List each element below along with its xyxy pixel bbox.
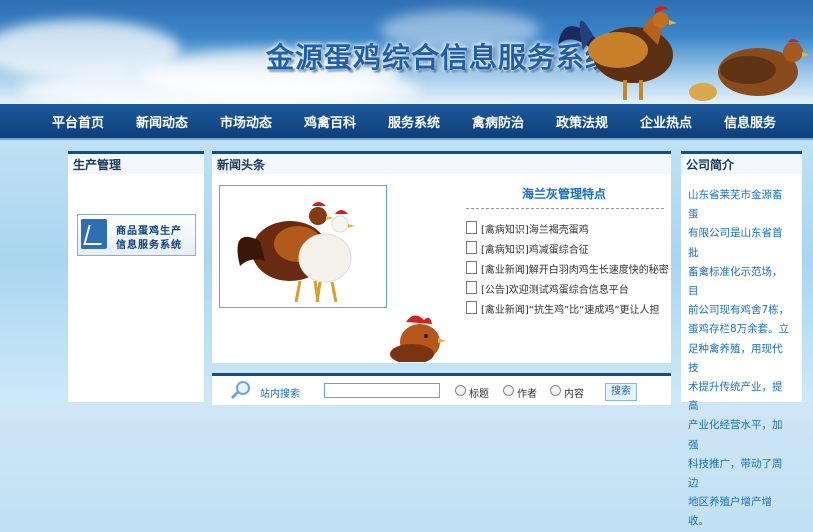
chicken-photo bbox=[237, 202, 355, 303]
list-item[interactable]: [公告]欢迎测试鸡蛋综合信息平台 bbox=[466, 280, 671, 296]
panel-title: 生产管理 bbox=[73, 158, 122, 172]
nav-item-info[interactable]: 信息服务 bbox=[724, 112, 776, 131]
search-label: 站内搜索 bbox=[260, 389, 300, 400]
document-icon bbox=[466, 281, 477, 294]
panel-title: 公司简介 bbox=[686, 158, 735, 172]
nav-item-services[interactable]: 服务系统 bbox=[388, 112, 440, 131]
radio-title-label: 标题 bbox=[469, 389, 489, 400]
rooster-head-decor bbox=[390, 315, 446, 362]
feature-article-title[interactable]: 海兰灰管理特点 bbox=[466, 185, 662, 202]
intro-line: 地区养殖户增产增收。 bbox=[688, 496, 772, 528]
search-input[interactable] bbox=[324, 383, 440, 398]
intro-line: 足种禽养殖，用现代技 bbox=[688, 342, 783, 374]
nav-item-encyclopedia[interactable]: 鸡禽百科 bbox=[304, 112, 356, 131]
radio-title[interactable] bbox=[455, 385, 466, 396]
document-icon bbox=[466, 221, 477, 234]
panel-header: 生产管理 bbox=[68, 151, 204, 174]
list-item-text: [禽业新闻]“抗生鸡”比“速成鸡”更让人担 bbox=[481, 305, 660, 316]
nav-item-market[interactable]: 市场动态 bbox=[220, 112, 272, 131]
list-item-text: [公告]欢迎测试鸡蛋综合信息平台 bbox=[481, 285, 629, 296]
chart-icon bbox=[81, 219, 107, 249]
panel-header: 公司简介 bbox=[681, 151, 802, 174]
intro-line: 蛋鸡存栏8万余套。立 bbox=[688, 323, 790, 336]
main-nav: 平台首页 新闻动态 市场动态 鸡禽百科 服务系统 禽病防治 政策法规 企业热点 … bbox=[0, 104, 813, 140]
banner-line-2: 信息服务系统 bbox=[116, 240, 182, 251]
intro-line: 有限公司是山东省首批 bbox=[688, 227, 783, 259]
intro-line: 产业化经营水平，加强 bbox=[688, 419, 783, 451]
document-icon bbox=[466, 241, 477, 254]
intro-line: 畜禽标准化示范场，目 bbox=[688, 265, 783, 298]
banner-line-1: 商品蛋鸡生产 bbox=[116, 226, 182, 237]
production-panel: 生产管理 bbox=[68, 151, 204, 402]
search-icon bbox=[230, 381, 250, 400]
production-system-link[interactable]: 商品蛋鸡生产 信息服务系统 bbox=[77, 214, 196, 256]
intro-line: 山东省莱芜市金源畜蛋 bbox=[688, 189, 783, 221]
news-photo[interactable] bbox=[219, 185, 387, 308]
divider bbox=[466, 208, 664, 209]
intro-line: 前公司现有鸡舍7栋， bbox=[688, 304, 790, 317]
company-intro: 山东省莱芜市金源畜蛋 有限公司是山东省首批 畜禽标准化示范场，目 前公司现有鸡舍… bbox=[688, 186, 792, 532]
list-item[interactable]: [禽病知识]海兰褐壳蛋鸡 bbox=[466, 220, 671, 236]
nav-item-disease[interactable]: 禽病防治 bbox=[472, 112, 524, 131]
nav-item-policy[interactable]: 政策法规 bbox=[556, 112, 608, 131]
intro-line: 科技推广，带动了周边 bbox=[688, 457, 783, 490]
nav-item-news[interactable]: 新闻动态 bbox=[136, 112, 188, 131]
radio-author-label: 作者 bbox=[517, 389, 537, 400]
panel-header: 新闻头条 bbox=[212, 151, 671, 174]
panel-title: 新闻头条 bbox=[217, 158, 266, 172]
nav-item-home[interactable]: 平台首页 bbox=[52, 112, 104, 131]
search-button[interactable]: 搜索 bbox=[605, 383, 637, 401]
site-search-bar: 站内搜索 标题 作者 内容 搜索 bbox=[212, 373, 671, 405]
list-item-text: [禽病知识]鸡减蛋综合征 bbox=[481, 245, 589, 256]
list-item-text: [禽业新闻]解开白羽肉鸡生长速度快的秘密 bbox=[481, 265, 669, 276]
radio-author[interactable] bbox=[503, 385, 514, 396]
list-item[interactable]: [禽病知识]鸡减蛋综合征 bbox=[466, 240, 671, 256]
document-icon bbox=[466, 261, 477, 274]
document-icon bbox=[466, 301, 477, 314]
list-item[interactable]: [禽业新闻]“抗生鸡”比“速成鸡”更让人担 bbox=[466, 300, 671, 316]
nav-item-enterprise[interactable]: 企业热点 bbox=[640, 112, 692, 131]
list-item-text: [禽病知识]海兰褐壳蛋鸡 bbox=[481, 225, 589, 236]
radio-content-label: 内容 bbox=[564, 389, 584, 400]
radio-content[interactable] bbox=[550, 385, 561, 396]
intro-line: 术提升传统产业，提高 bbox=[688, 381, 783, 413]
site-header: 金源蛋鸡综合信息服务系统 bbox=[0, 0, 813, 104]
list-item[interactable]: [禽业新闻]解开白羽肉鸡生长速度快的秘密 bbox=[466, 260, 671, 276]
rooster-illustration bbox=[558, 6, 810, 101]
